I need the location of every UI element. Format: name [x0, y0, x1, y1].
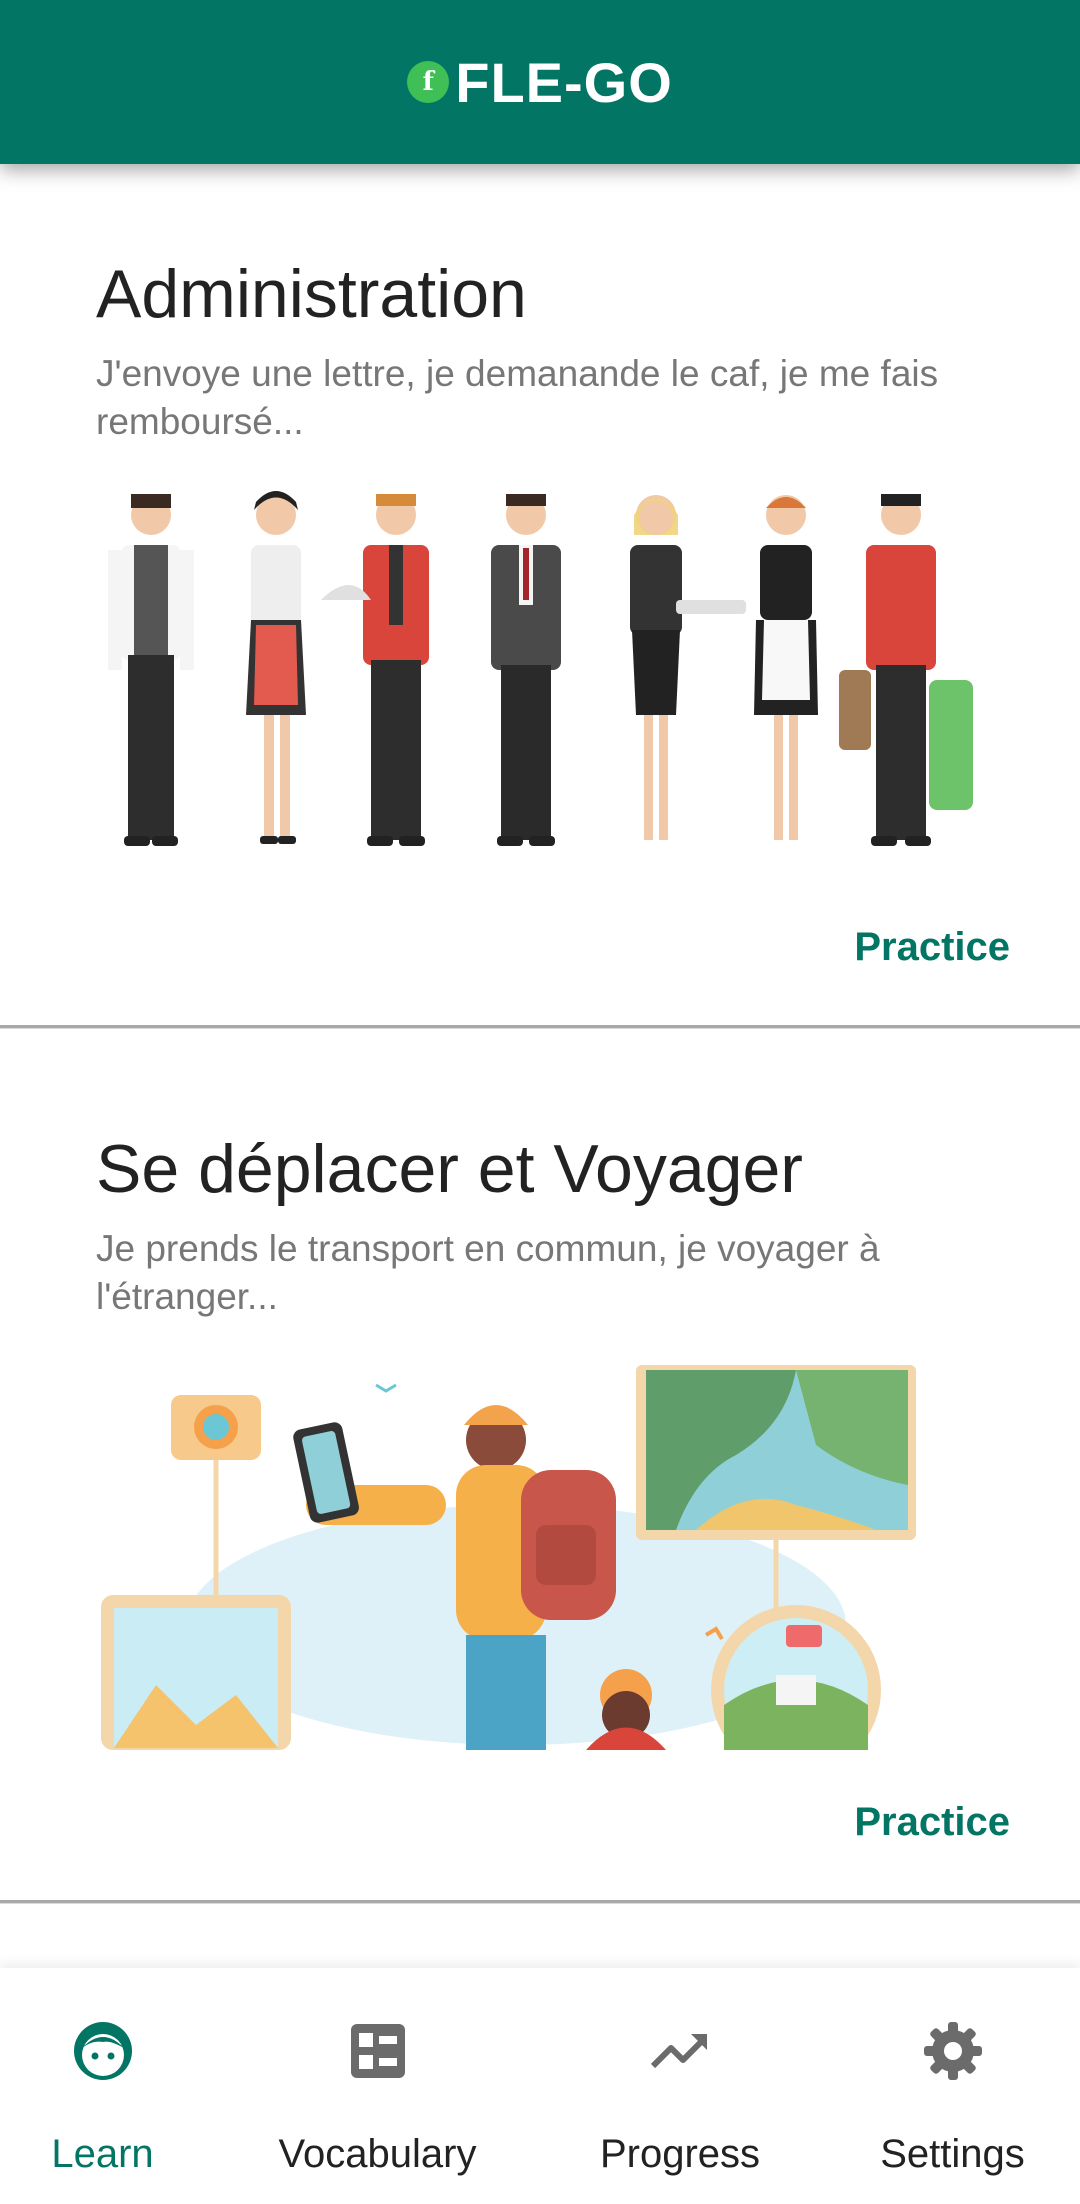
nav-item-settings[interactable]: Settings — [845, 1968, 1060, 2204]
app-title: FLE-GO — [455, 50, 673, 114]
list-icon — [350, 2024, 405, 2078]
nav-label: Learn — [51, 2132, 154, 2176]
card-description: J'envoye une lettre, je demanande le caf… — [96, 353, 939, 442]
practice-button[interactable]: Practice — [854, 1800, 1010, 1845]
hotel-staff-illustration — [108, 491, 973, 846]
nav-label: Settings — [880, 2132, 1025, 2176]
card-title: Se déplacer et Voyager — [96, 1131, 803, 1207]
nav-label: Vocabulary — [278, 2132, 477, 2176]
logo-badge-icon: f — [407, 61, 450, 103]
trending-up-icon — [650, 2034, 708, 2069]
face-icon — [73, 2022, 132, 2080]
card-description: Je prends le transport en commun, je voy… — [96, 1228, 880, 1317]
traveler-map-illustration — [96, 1365, 984, 1750]
nav-item-learn[interactable]: Learn — [0, 1968, 205, 2204]
nav-label: Progress — [599, 2132, 761, 2176]
nav-item-vocabulary[interactable]: Vocabulary — [250, 1968, 505, 2204]
lesson-card-administration[interactable]: Administration J'envoye une lettre, je d… — [0, 205, 1080, 1028]
app-logo: f FLE-GO — [407, 50, 673, 115]
nav-item-progress[interactable]: Progress — [555, 1968, 805, 2204]
lesson-card-voyager[interactable]: Se déplacer et Voyager Je prends le tran… — [0, 1080, 1080, 1903]
practice-button[interactable]: Practice — [854, 925, 1010, 970]
bottom-navigation: Learn Vocabulary Progress Settings — [0, 1968, 1080, 2204]
card-title: Administration — [96, 256, 527, 332]
app-bar: f FLE-GO — [0, 0, 1080, 164]
gear-icon — [923, 2022, 982, 2080]
